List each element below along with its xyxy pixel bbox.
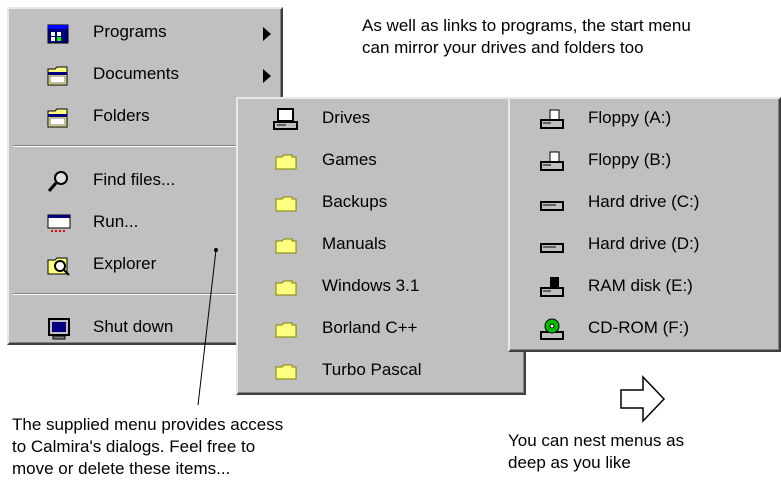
note-line: to Calmira's dialogs. Feel free to	[12, 437, 256, 456]
note-line: move or delete these items...	[12, 459, 231, 478]
bottom-right-note: You can nest menus as deep as you like	[508, 430, 684, 474]
note-line: You can nest menus as	[508, 431, 685, 450]
bottom-left-note: The supplied menu provides access to Cal…	[12, 414, 283, 480]
note-line: deep as you like	[508, 453, 631, 472]
right-arrow-icon	[620, 375, 666, 423]
note-line: The supplied menu provides access	[12, 415, 284, 434]
